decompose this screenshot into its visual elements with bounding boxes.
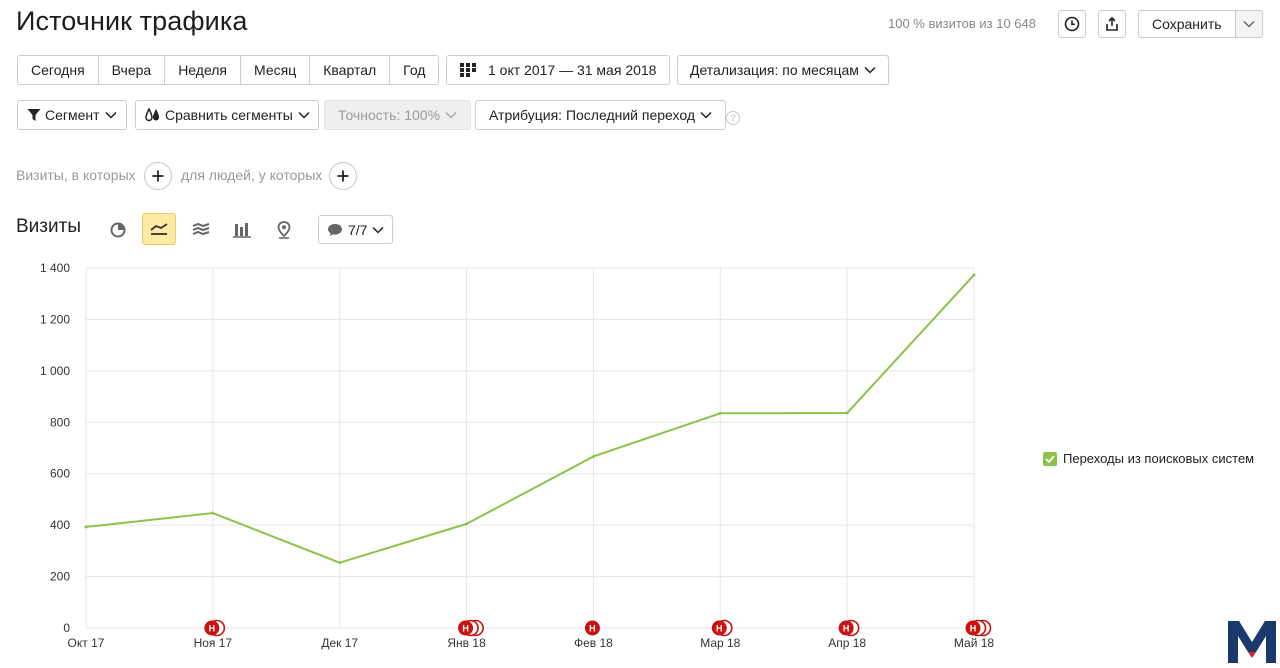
chart-grid	[85, 267, 975, 629]
share-icon	[1106, 16, 1118, 31]
series-line	[85, 274, 975, 564]
y-tick-label: 1 400	[40, 261, 70, 275]
x-tick-label: Янв 18	[447, 636, 486, 650]
y-tick-label: 600	[50, 467, 70, 481]
event-marker-label: Н	[589, 624, 596, 634]
y-tick-label: 400	[50, 518, 70, 532]
event-marker: Н	[711, 619, 733, 637]
y-tick-label: 1 200	[40, 312, 70, 326]
x-tick-label: Дек 17	[321, 636, 358, 650]
brand-logo	[1228, 621, 1276, 663]
legend-checkbox[interactable]	[1043, 451, 1057, 466]
y-tick-label: 200	[50, 570, 70, 584]
export-button[interactable]	[1098, 10, 1126, 38]
data-point	[84, 525, 88, 529]
event-marker-label: Н	[970, 624, 977, 634]
y-tick-label: 1 000	[40, 364, 70, 378]
x-axis-ticks: Окт 17 Ноя 17 Дек 17 Янв 18 Фев 18 Мар 18 Апр …	[68, 636, 995, 650]
data-point	[591, 454, 595, 458]
event-marker: Н	[584, 620, 600, 636]
x-tick-label: Апр 18	[828, 636, 866, 650]
y-tick-label: 0	[63, 621, 70, 635]
event-marker: Н	[965, 619, 992, 637]
x-tick-label: Окт 17	[68, 636, 105, 650]
event-marker-label: Н	[843, 624, 850, 634]
data-point	[465, 522, 469, 526]
save-dropdown-button[interactable]	[1234, 10, 1263, 38]
chart-series	[84, 273, 976, 565]
data-point	[211, 511, 215, 515]
visits-line-chart: 0 200 400 600 800 1 000 1 200 1 400 Н Н Н Н Н Н Окт …	[40, 261, 995, 650]
history-button[interactable]	[1058, 10, 1086, 38]
legend-label: Переходы из поисковых систем	[1063, 451, 1255, 466]
event-marker: Н	[204, 619, 226, 637]
chevron-down-icon	[1243, 21, 1255, 28]
clock-icon	[1064, 16, 1080, 32]
x-tick-label: Фев 18	[574, 636, 613, 650]
data-point	[338, 561, 342, 565]
save-button[interactable]: Сохранить	[1138, 10, 1235, 38]
x-tick-label: Ноя 17	[194, 636, 233, 650]
legend-item-search-engines[interactable]: Переходы из поисковых систем	[1043, 451, 1254, 466]
data-point	[845, 411, 849, 415]
event-marker-label: Н	[462, 624, 469, 634]
y-axis-ticks: 0 200 400 600 800 1 000 1 200 1 400	[40, 261, 70, 635]
event-marker: Н	[458, 619, 484, 637]
x-tick-label: Мар 18	[700, 636, 740, 650]
y-tick-label: 800	[50, 415, 70, 429]
event-marker: Н	[838, 619, 860, 637]
save-group: Сохранить	[1138, 10, 1263, 38]
event-marker-label: Н	[716, 624, 723, 634]
checkmark-icon	[1045, 454, 1055, 463]
event-marker-label: Н	[209, 624, 216, 634]
data-point	[718, 411, 722, 415]
x-tick-label: Май 18	[954, 636, 995, 650]
data-point	[972, 273, 976, 277]
